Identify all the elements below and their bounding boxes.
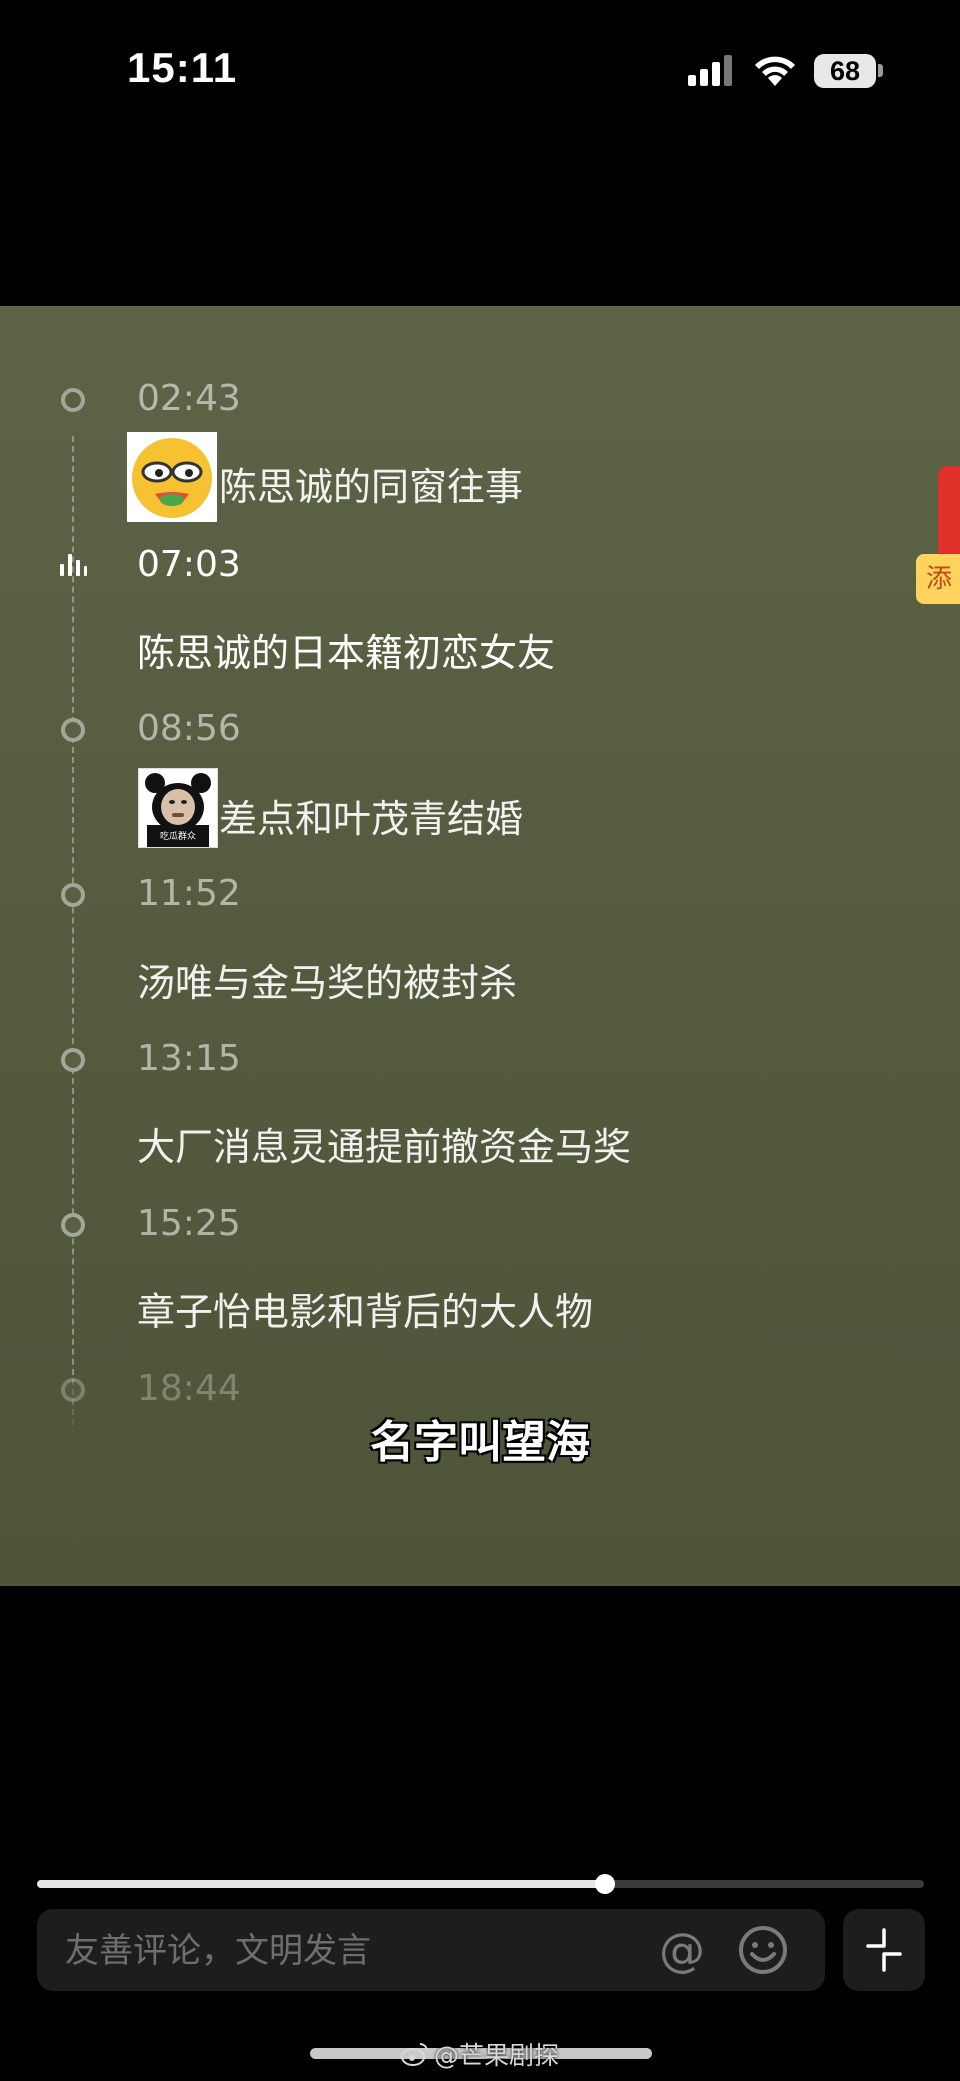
chapter-time[interactable]: 18:44 [137, 1368, 241, 1409]
panda-meme-sticker: 吃瓜群众 [138, 768, 218, 848]
chapter-title[interactable]: 汤唯与金马奖的被封杀 [137, 952, 517, 1007]
emoji-smile-icon[interactable] [737, 1924, 789, 1976]
chapter-time[interactable]: 02:43 [137, 378, 241, 419]
chapter-title[interactable]: 陈思诚的同窗往事 [219, 456, 523, 511]
watermark-text: @芒果剧探 [434, 2041, 560, 2070]
chapter-title-active[interactable]: 陈思诚的日本籍初恋女友 [137, 622, 555, 677]
chapter-time[interactable]: 13:15 [137, 1038, 241, 1079]
chapter-title[interactable]: 大厂消息灵通提前撤资金马奖 [137, 1116, 631, 1171]
add-badge[interactable]: 添加 [916, 554, 960, 604]
chapter-title[interactable]: 差点和叶茂青结婚 [219, 788, 523, 843]
collapse-button[interactable] [843, 1909, 925, 1991]
red-packet-icon[interactable] [938, 466, 960, 562]
timeline-dot [61, 883, 85, 907]
wifi-icon [755, 56, 795, 86]
panda-sticker-caption: 吃瓜群众 [160, 830, 196, 842]
comment-input[interactable] [63, 1909, 627, 1993]
chapter-title[interactable]: 章子怡电影和背后的大人物 [137, 1281, 593, 1336]
video-subtitle: 名字叫望海 [370, 1417, 590, 1468]
timeline-dot [61, 1048, 85, 1072]
video-progress-bar[interactable] [37, 1874, 924, 1894]
chapter-time[interactable]: 15:25 [137, 1203, 241, 1244]
progress-thumb[interactable] [594, 1874, 615, 1894]
chapter-time[interactable]: 08:56 [137, 708, 241, 749]
watermark: @芒果剧探 [400, 2036, 559, 2072]
video-frame[interactable]: 02:43 陈思诚的同窗往事 07:03 陈思诚的日本籍初恋女友 08:56 吃… [0, 306, 960, 1586]
status-bar: 15:11 68 [0, 0, 960, 140]
weibo-logo-icon [401, 2043, 428, 2066]
timeline-dot [61, 718, 85, 742]
signal-icon [688, 55, 732, 86]
battery-indicator: 68 [814, 54, 876, 88]
timeline-dot [61, 1378, 85, 1402]
status-time: 15:11 [127, 44, 238, 91]
playing-equalizer-icon [60, 554, 87, 576]
progress-fill [37, 1880, 605, 1888]
comment-box: @ [37, 1909, 825, 1993]
at-mention-icon[interactable]: @ [655, 1923, 709, 1977]
timeline-dot [61, 1213, 85, 1237]
timeline-dot [61, 388, 85, 412]
smiling-emoji-sticker [127, 432, 217, 522]
battery-tip [878, 64, 883, 77]
chapter-time-active[interactable]: 07:03 [137, 544, 241, 585]
collapse-icon [866, 1928, 902, 1972]
chapter-time[interactable]: 11:52 [137, 873, 241, 914]
